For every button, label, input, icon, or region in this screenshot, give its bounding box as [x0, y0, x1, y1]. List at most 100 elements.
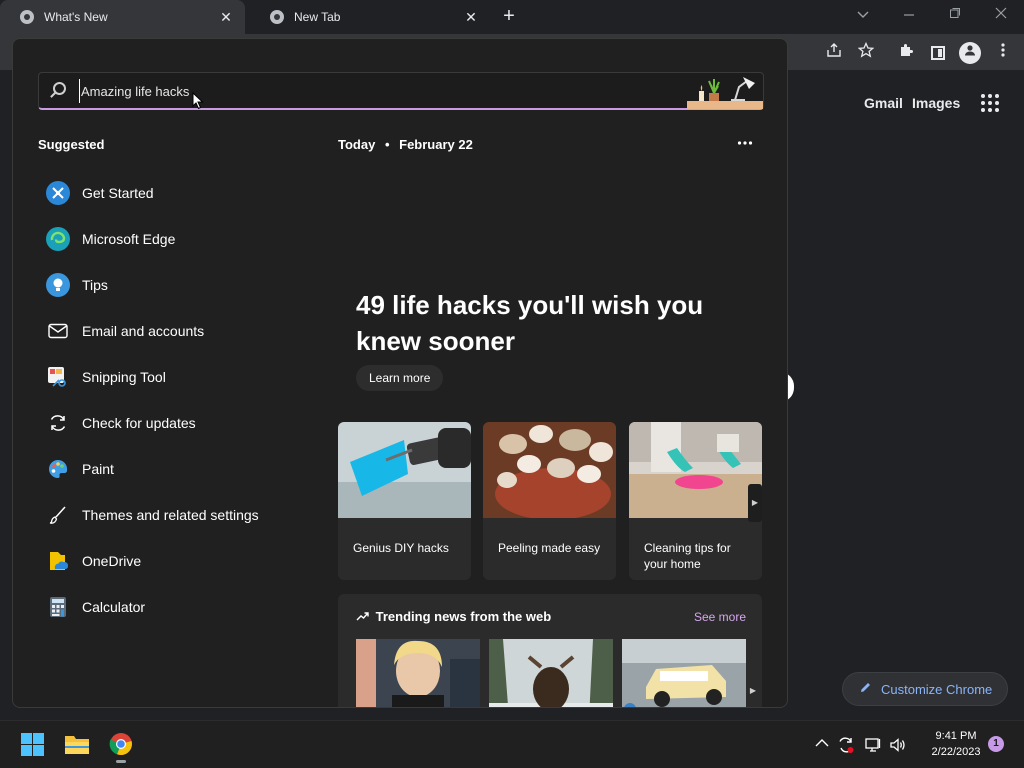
onedrive-icon [46, 549, 70, 573]
pencil-icon [859, 681, 872, 697]
tab-label: New Tab [294, 10, 341, 24]
gmail-link[interactable]: Gmail [864, 95, 903, 111]
suggested-item-label: Email and accounts [82, 323, 205, 339]
search-icon [53, 82, 66, 95]
restore-button[interactable] [932, 0, 978, 30]
suggested-item-label: OneDrive [82, 553, 142, 569]
card-image [338, 422, 471, 518]
windows-start-icon[interactable] [21, 733, 44, 756]
suggested-item-onedrive[interactable]: OneDrive [46, 538, 326, 584]
show-hidden-icons-chevron-icon[interactable] [813, 736, 831, 750]
suggested-item-get-started[interactable]: Get Started [46, 170, 326, 216]
suggested-item-label: Snipping Tool [82, 369, 166, 385]
card-image [483, 422, 616, 520]
running-app-indicator [116, 760, 126, 763]
suggested-item-label: Microsoft Edge [82, 231, 176, 247]
suggested-item-label: Calculator [82, 599, 146, 615]
tab-search-chevron-icon[interactable] [840, 0, 886, 30]
clock-time[interactable]: 9:41 PM [921, 730, 991, 742]
suggested-item-calculator[interactable]: Calculator [46, 584, 326, 630]
sync-status-icon[interactable] [837, 736, 855, 754]
chrome-favicon-icon [270, 10, 284, 24]
images-link[interactable]: Images [912, 95, 960, 111]
trending-thumbnail[interactable] [489, 639, 613, 708]
more-options-icon[interactable] [737, 133, 753, 151]
suggested-item-themes[interactable]: Themes and related settings [46, 492, 326, 538]
tab-label: What's New [44, 10, 108, 24]
google-apps-icon[interactable] [981, 94, 999, 112]
trending-news-panel: Trending news from the web See more ▶ [338, 594, 762, 708]
suggested-item-tips[interactable]: Tips [46, 262, 326, 308]
card-caption: Cleaning tips for your home [644, 541, 731, 571]
snipping-tool-icon [46, 365, 70, 389]
paint-icon [46, 457, 70, 481]
suggested-list: Get Started Microsoft Edge Tips Email an… [46, 170, 326, 630]
clock-date[interactable]: 2/22/2023 [921, 746, 991, 758]
trending-next-icon[interactable]: ▶ [746, 672, 760, 707]
extensions-icon[interactable] [895, 42, 917, 64]
new-tab-button[interactable]: + [498, 6, 520, 28]
card-image [629, 422, 762, 518]
mouse-cursor-icon [192, 92, 204, 110]
brush-icon [46, 503, 70, 527]
suggested-item-label: Paint [82, 461, 114, 477]
customize-chrome-button[interactable]: Customize Chrome [842, 672, 1008, 706]
trending-title-label: Trending news from the web [375, 609, 552, 624]
trending-thumbnail[interactable] [622, 639, 746, 708]
today-separator: • [384, 137, 390, 152]
card-caption: Peeling made easy [498, 541, 601, 555]
tab-strip: What's New ✕ New Tab ✕ + [0, 0, 1024, 34]
today-label: Today [338, 137, 376, 152]
suggested-item-paint[interactable]: Paint [46, 446, 326, 492]
suggested-item-snipping-tool[interactable]: Snipping Tool [46, 354, 326, 400]
update-icon [46, 411, 70, 435]
card-caption: Genius DIY hacks [353, 541, 449, 555]
bookmark-star-icon[interactable] [855, 41, 877, 64]
suggested-heading: Suggested [38, 137, 105, 152]
chrome-favicon-icon [20, 10, 34, 24]
carousel-next-icon[interactable]: ▶ [748, 484, 762, 522]
today-date: February 22 [399, 137, 473, 152]
today-heading: Today • February 22 [338, 137, 473, 152]
customize-chrome-label: Customize Chrome [881, 681, 993, 697]
network-icon[interactable] [864, 736, 882, 754]
suggested-item-label: Tips [82, 277, 108, 293]
suggested-item-label: Get Started [82, 185, 154, 201]
chrome-taskbar-icon[interactable] [109, 732, 133, 756]
highlight-headline[interactable]: 49 life hacks you'll wish you knew soone… [356, 287, 756, 359]
search-highlight-illustration-icon [687, 77, 763, 109]
notification-badge[interactable]: 1 [988, 736, 1004, 752]
share-icon[interactable] [823, 42, 845, 64]
suggested-item-check-for-updates[interactable]: Check for updates [46, 400, 326, 446]
learn-more-button[interactable]: Learn more [356, 365, 444, 391]
close-tab-icon[interactable]: ✕ [462, 9, 480, 26]
side-panel-icon[interactable] [931, 46, 945, 60]
mail-icon [46, 319, 70, 343]
chrome-menu-icon[interactable] [992, 42, 1014, 64]
search-box[interactable] [38, 72, 764, 110]
close-tab-icon[interactable]: ✕ [217, 9, 235, 26]
card-genius-diy-hacks[interactable]: Genius DIY hacks [338, 422, 471, 580]
edge-icon [46, 227, 70, 251]
tips-icon [46, 273, 70, 297]
search-input[interactable] [79, 79, 679, 103]
close-window-button[interactable] [978, 0, 1024, 30]
card-cleaning-tips[interactable]: Cleaning tips for your home [629, 422, 762, 580]
tab-new-tab[interactable]: New Tab ✕ [250, 0, 490, 34]
windows-search-flyout: Suggested Get Started Microsoft Edge Tip… [12, 38, 788, 708]
profile-avatar-icon[interactable] [959, 42, 981, 64]
trending-arrow-icon [356, 609, 376, 624]
minimize-button[interactable] [886, 0, 932, 30]
see-more-link[interactable]: See more [694, 610, 746, 624]
card-peeling-made-easy[interactable]: Peeling made easy [483, 422, 616, 580]
file-explorer-icon[interactable] [64, 733, 90, 755]
suggested-item-label: Check for updates [82, 415, 196, 431]
tab-whats-new[interactable]: What's New ✕ [0, 0, 245, 34]
suggested-item-label: Themes and related settings [82, 507, 259, 523]
calculator-icon [46, 595, 70, 619]
trending-title: Trending news from the web [356, 609, 551, 624]
suggested-item-microsoft-edge[interactable]: Microsoft Edge [46, 216, 326, 262]
volume-icon[interactable] [889, 736, 907, 754]
suggested-item-email-and-accounts[interactable]: Email and accounts [46, 308, 326, 354]
trending-thumbnail[interactable] [356, 639, 480, 708]
